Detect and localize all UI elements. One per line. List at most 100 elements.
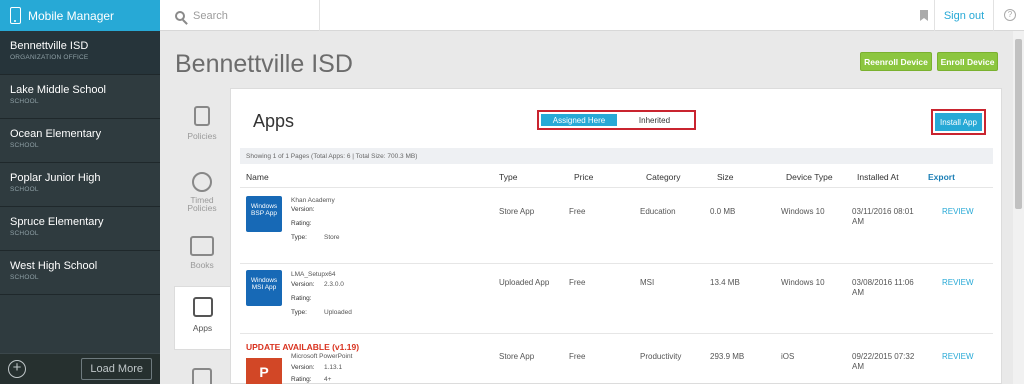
cell-size: 0.0 MB	[710, 207, 736, 216]
bookmark-icon[interactable]	[920, 10, 928, 21]
org-name: Spruce Elementary	[10, 216, 104, 228]
type-label: Type: Uploaded	[291, 309, 352, 316]
cell-device-type: iOS	[781, 352, 795, 361]
apps-heading: Apps	[253, 111, 295, 131]
top-bar: Search Sign out ?	[160, 0, 1024, 31]
cell-device-type: Windows 10	[781, 207, 825, 216]
org-type: SCHOOL	[10, 142, 39, 149]
app-tile-icon: Windows BSP App	[246, 196, 282, 232]
app-name: Khan Academy	[291, 197, 335, 204]
book-icon	[190, 236, 214, 256]
app-title: Mobile Manager	[28, 8, 115, 23]
rating-value: 4+	[324, 376, 332, 383]
version-label: Version: 1.13.1	[291, 364, 343, 371]
sidebar: Mobile Manager Bennettville ISD ORGANIZA…	[0, 0, 160, 384]
org-type: SCHOOL	[10, 186, 39, 193]
assigned-here-tab[interactable]: Assigned Here	[541, 114, 617, 126]
load-more-button[interactable]: Load More	[81, 358, 152, 380]
rating-label: Rating:	[291, 295, 312, 302]
cell-installed-at: 03/11/2016 08:01 AM	[852, 207, 914, 226]
app-name: Microsoft PowerPoint	[291, 353, 353, 360]
search-input[interactable]: Search	[160, 0, 320, 31]
powerpoint-app-icon: P	[246, 358, 282, 384]
org-name: West High School	[10, 260, 98, 272]
org-type: SCHOOL	[10, 274, 39, 281]
org-name: Poplar Junior High	[10, 172, 101, 184]
inherited-tab[interactable]: Inherited	[617, 114, 692, 126]
cell-price: Free	[569, 278, 586, 287]
type-value: Uploaded	[324, 309, 352, 316]
stopwatch-icon	[192, 172, 212, 192]
scrollbar-thumb[interactable]	[1015, 39, 1022, 209]
table-row[interactable]: Windows MSI App LMA_Setupx64 Version: 2.3…	[240, 263, 993, 333]
table-row[interactable]: UPDATE AVAILABLE (v1.19) P Microsoft Pow…	[240, 333, 993, 384]
tab-apps[interactable]: Apps	[174, 286, 230, 350]
enroll-device-button[interactable]: Enroll Device	[937, 52, 998, 71]
sign-out-link[interactable]: Sign out	[934, 0, 994, 31]
table-header: Name Type Price Category Size Device Typ…	[240, 169, 993, 185]
col-device-type[interactable]: Device Type	[786, 172, 833, 182]
org-name: Lake Middle School	[10, 84, 107, 96]
app-name: LMA_Setupx64	[291, 271, 336, 278]
assignment-toggle: Assigned Here Inherited	[537, 110, 696, 130]
version-value: 2.3.0.0	[324, 281, 344, 288]
rating-label: Rating:	[291, 220, 312, 227]
review-link[interactable]: REVIEW	[942, 207, 974, 216]
app-header[interactable]: Mobile Manager	[0, 0, 160, 31]
search-placeholder: Search	[193, 9, 228, 22]
org-item-spruce-elementary[interactable]: Spruce Elementary SCHOOL	[0, 207, 160, 251]
help-icon[interactable]: ?	[1004, 9, 1016, 21]
install-app-highlight: Install App	[931, 109, 986, 135]
org-type: SCHOOL	[10, 230, 39, 237]
page-scrollbar[interactable]	[1013, 31, 1024, 384]
tab-more[interactable]	[174, 368, 230, 384]
col-price[interactable]: Price	[574, 172, 593, 182]
search-icon	[175, 10, 185, 21]
version-value: 1.13.1	[324, 364, 343, 371]
tablet-icon	[192, 368, 212, 384]
install-app-button[interactable]: Install App	[935, 113, 982, 131]
col-size[interactable]: Size	[717, 172, 734, 182]
policies-icon	[194, 106, 210, 126]
cell-installed-at: 09/22/2015 07:32 AM	[852, 352, 915, 371]
tab-policies[interactable]: Policies	[174, 106, 230, 141]
cell-type: Store App	[499, 352, 535, 361]
org-item-bennettville-isd[interactable]: Bennettville ISD ORGANIZATION OFFICE	[0, 31, 160, 75]
apps-panel: Apps Assigned Here Inherited Install App…	[230, 88, 1002, 384]
apps-icon	[192, 297, 213, 317]
tab-books[interactable]: Books	[174, 236, 230, 270]
cell-type: Uploaded App	[499, 278, 550, 287]
org-type: SCHOOL	[10, 98, 39, 105]
tab-label: Apps	[192, 323, 213, 333]
export-link[interactable]: Export	[928, 172, 955, 182]
tab-label: Policies	[187, 131, 217, 141]
reenroll-device-button[interactable]: Reenroll Device	[860, 52, 932, 71]
org-item-poplar-junior-high[interactable]: Poplar Junior High SCHOOL	[0, 163, 160, 207]
col-name[interactable]: Name	[246, 172, 269, 182]
cell-installed-at: 03/08/2016 11:06 AM	[852, 278, 914, 297]
org-item-lake-middle-school[interactable]: Lake Middle School SCHOOL	[0, 75, 160, 119]
add-org-icon[interactable]: +	[8, 360, 26, 378]
cell-size: 293.9 MB	[710, 352, 745, 361]
update-available-label[interactable]: UPDATE AVAILABLE (v1.19)	[246, 342, 359, 352]
sidebar-footer: + Load More	[0, 353, 160, 384]
org-name: Ocean Elementary	[10, 128, 102, 140]
org-item-west-high-school[interactable]: West High School SCHOOL	[0, 251, 160, 295]
review-link[interactable]: REVIEW	[942, 352, 974, 361]
org-name: Bennettville ISD	[10, 40, 89, 52]
tab-timed-policies[interactable]: Timed Policies	[174, 172, 230, 212]
version-label: Version:	[291, 206, 315, 213]
col-installed-at[interactable]: Installed At	[857, 172, 899, 182]
version-label: Version: 2.3.0.0	[291, 281, 344, 288]
col-category[interactable]: Category	[646, 172, 681, 182]
cell-price: Free	[569, 207, 586, 216]
org-type: ORGANIZATION OFFICE	[10, 54, 89, 61]
cell-category: Education	[640, 207, 676, 216]
table-row[interactable]: Windows BSP App Khan Academy Version: Ra…	[240, 187, 993, 263]
rating-label: Rating: 4+	[291, 376, 332, 383]
app-tile-icon: Windows MSI App	[246, 270, 282, 306]
org-item-ocean-elementary[interactable]: Ocean Elementary SCHOOL	[0, 119, 160, 163]
review-link[interactable]: REVIEW	[942, 278, 974, 287]
tab-label: Books	[190, 260, 214, 270]
col-type[interactable]: Type	[499, 172, 517, 182]
